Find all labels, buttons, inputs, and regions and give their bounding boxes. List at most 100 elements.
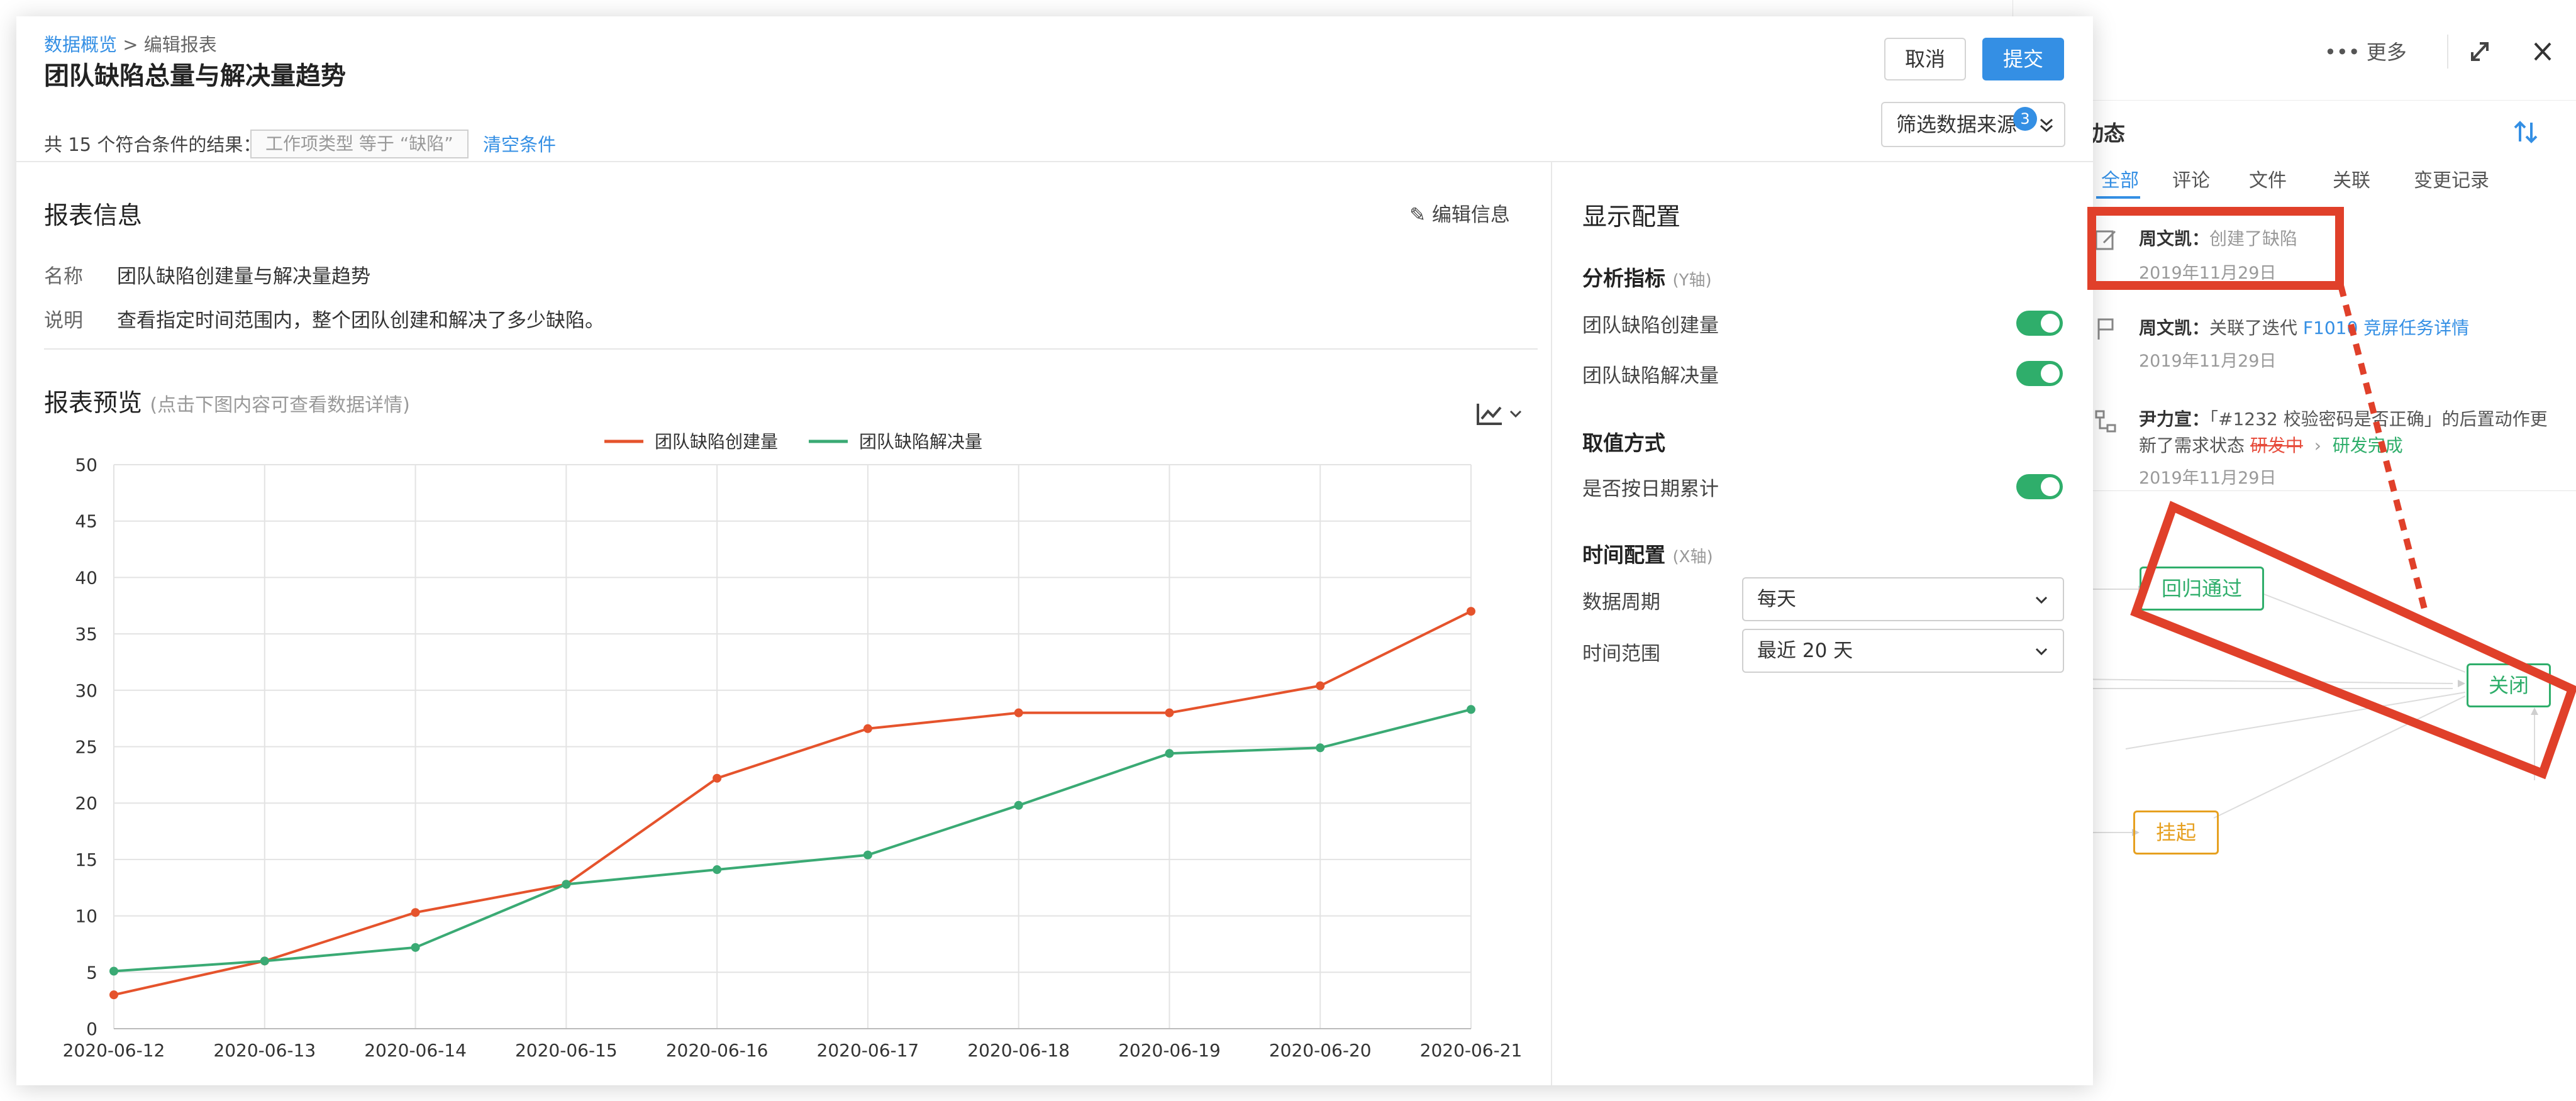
period-label: 数据周期 [1582,586,1660,614]
x-tick-label: 2020-06-13 [213,1040,316,1061]
data-point [863,851,872,860]
data-point [1316,682,1324,690]
tab-files[interactable]: 文件 [2249,165,2287,192]
time-config-title: 时间配置 [1582,543,1665,567]
tab-change-log[interactable]: 变更记录 [2414,165,2489,192]
metric-resolved-label: 团队缺陷解决量 [1582,360,1719,388]
toggle-knob [2041,477,2060,496]
metric-resolved-toggle[interactable] [2016,361,2063,386]
chevron-right-icon: › [2309,435,2327,456]
toggle-knob [2041,364,2060,383]
x-tick-label: 2020-06-19 [1118,1040,1221,1061]
more-button[interactable]: ••• 更多 [2324,36,2407,65]
x-tick-label: 2020-06-15 [515,1040,618,1061]
sort-icon[interactable] [2510,116,2541,148]
data-point [1165,749,1174,758]
data-point [109,990,118,999]
source-count-badge: 3 [2013,107,2037,131]
activity-item: 尹力宣：「#1232 校验密码是否正确」的后置动作更 [2139,406,2548,433]
y-tick-label: 10 [75,906,97,927]
time-axis-hint: (X轴) [1673,548,1713,567]
range-label: 时间范围 [1582,638,1660,666]
y-tick-label: 35 [75,624,97,645]
column-divider [1551,162,1552,1085]
x-tick-label: 2020-06-14 [364,1040,467,1061]
data-point [1014,709,1023,717]
topbar-divider [2447,35,2448,69]
flow-node-close[interactable]: 关闭 [2467,663,2551,707]
activity-text: 新了需求状态 [2139,435,2245,456]
metric-created-toggle[interactable] [2016,311,2063,336]
data-point [1467,607,1475,616]
more-label: 更多 [2367,40,2407,64]
iteration-link[interactable]: F1010 竞屏任务详情 [2303,318,2469,338]
metrics-title: 分析指标 [1582,266,1665,290]
tab-relations[interactable]: 关联 [2333,165,2370,192]
activity-date: 2019年11月29日 [2139,259,2276,284]
activity-text: 创建了缺陷 [2209,228,2297,249]
chevron-down-icon [2034,592,2049,607]
tab-comments[interactable]: 评论 [2172,165,2210,192]
cancel-button[interactable]: 取消 [1884,38,1966,80]
to-state: 研发完成 [2333,435,2403,456]
legend-label: 团队缺陷创建量 [655,431,778,452]
activity-date: 2019年11月29日 [2139,347,2276,372]
data-point [1467,705,1475,714]
data-point [1014,801,1023,810]
data-point [713,865,721,874]
value-mode-title: 取值方式 [1582,426,1665,456]
tab-all[interactable]: 全部 [2101,165,2139,192]
y-tick-label: 45 [75,511,97,532]
data-point [863,724,872,733]
data-point [109,967,118,976]
series-line-2 [114,709,1471,971]
data-point [1316,743,1324,752]
activity-user: 尹力宣： [2139,409,2209,429]
x-tick-label: 2020-06-20 [1269,1040,1372,1061]
workflow-edges [2012,491,2576,938]
metric-created-label: 团队缺陷创建量 [1582,309,1719,338]
cumulative-toggle[interactable] [2016,474,2063,499]
filter-source-button[interactable]: 筛选数据来源 [1881,102,2065,147]
double-chevron-down-icon [2038,116,2055,135]
chevron-down-icon [2034,644,2049,659]
activity-text: 「#1232 校验密码是否正确」的后置动作更 [2209,409,2548,429]
y-tick-label: 20 [75,793,97,814]
close-icon[interactable] [2524,35,2562,69]
y-tick-label: 25 [75,737,97,758]
x-tick-label: 2020-06-21 [1420,1040,1523,1061]
legend-label: 团队缺陷解决量 [859,431,982,452]
activity-item: 周文凯：关联了迭代 F1010 竞屏任务详情 [2139,314,2469,342]
y-tick-label: 30 [75,680,97,701]
data-point [260,956,269,965]
from-state: 研发中 [2250,435,2303,456]
active-tab-indicator [2096,196,2140,199]
metrics-axis-hint: (Y轴) [1673,271,1712,290]
flow-node-hang[interactable]: 挂起 [2133,811,2219,855]
x-tick-label: 2020-06-18 [967,1040,1070,1061]
toggle-knob [2041,314,2060,333]
trend-line-chart[interactable]: 051015202530354045502020-06-122020-06-13… [16,16,1551,1085]
data-point [411,908,420,917]
activity-date: 2019年11月29日 [2139,464,2276,489]
edit-activity-icon [2094,228,2119,253]
display-config-title: 显示配置 [1582,197,1680,233]
range-select[interactable]: 最近 20 天 [1742,629,2064,673]
activity-item-continued: 新了需求状态 研发中 › 研发完成 [2139,432,2403,460]
edit-report-dialog: 数据概览 > 编辑报表 团队缺陷总量与解决量趋势 取消 提交 共 15 个符合条… [16,16,2093,1085]
submit-button[interactable]: 提交 [1982,38,2064,80]
activity-user: 周文凯： [2139,228,2209,249]
range-value: 最近 20 天 [1757,639,1853,662]
data-point [411,943,420,952]
expand-icon[interactable] [2461,35,2499,69]
flag-icon [2094,317,2119,342]
metrics-section-title: 分析指标 (Y轴) [1582,262,1712,292]
workflow-diagram: 回归通过 关闭 挂起 [2012,490,2576,937]
filter-source-label: 筛选数据来源 [1896,113,2017,136]
data-point [562,880,570,888]
y-tick-label: 0 [86,1019,97,1039]
period-select[interactable]: 每天 [1742,577,2064,621]
activity-user: 周文凯： [2139,318,2209,338]
y-tick-label: 15 [75,849,97,870]
flow-node-regress[interactable]: 回归通过 [2140,567,2264,611]
